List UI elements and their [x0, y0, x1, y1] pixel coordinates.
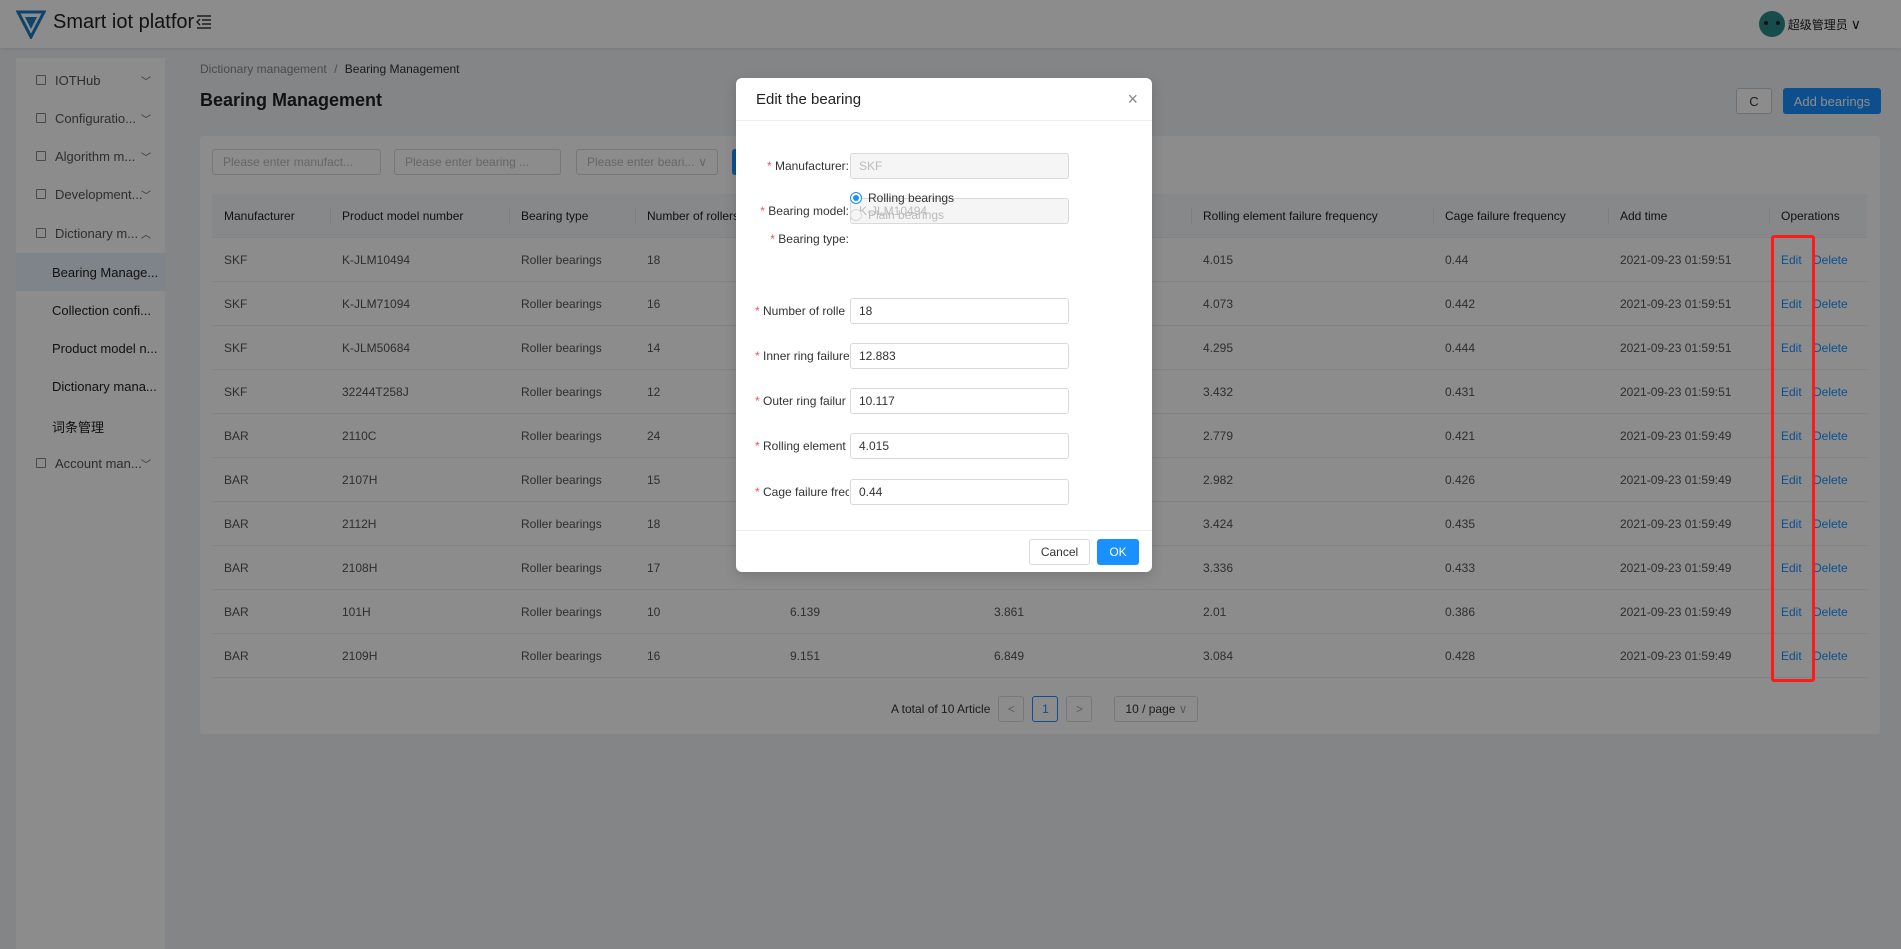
form-label: * Rolling element — [755, 439, 849, 453]
form-input[interactable]: 18 — [850, 298, 1069, 324]
cancel-button[interactable]: Cancel — [1029, 539, 1090, 565]
edit-bearing-modal: Edit the bearing × * Bearing type: Cance… — [736, 78, 1152, 572]
radio-icon — [850, 192, 862, 204]
radio-rolling-bearings[interactable]: Rolling bearings — [850, 191, 954, 205]
form-input[interactable]: 4.015 — [850, 433, 1069, 459]
bearing-type-label: * Bearing type: — [736, 232, 849, 246]
form-input-value: 12.883 — [859, 349, 896, 363]
form-label-text: Manufacturer: — [774, 159, 849, 173]
required-star: * — [755, 304, 764, 318]
form-input-value: 10.117 — [859, 394, 895, 408]
form-label: * Bearing model: — [755, 204, 849, 218]
required-star: * — [755, 394, 764, 408]
form-label: * Cage failure frec — [755, 485, 849, 499]
form-input-value: 18 — [859, 304, 873, 318]
form-label-text: Inner ring failure — [763, 349, 849, 363]
form-label-text: Outer ring failur — [763, 394, 846, 408]
radio-plain-bearings: Plain bearings — [850, 208, 944, 222]
ok-button[interactable]: OK — [1097, 539, 1139, 565]
form-label: * Manufacturer: — [755, 159, 849, 173]
radio-label: Rolling bearings — [868, 191, 955, 205]
highlight-box — [1771, 235, 1815, 682]
form-label: * Outer ring failur — [755, 394, 849, 408]
form-label-text: Bearing type: — [778, 232, 849, 246]
form-label-text: Cage failure frec — [763, 485, 849, 499]
divider — [736, 530, 1152, 531]
form-label: * Inner ring failure — [755, 349, 849, 363]
form-input-value: 4.015 — [859, 439, 890, 453]
modal-title: Edit the bearing — [756, 91, 862, 108]
close-icon[interactable]: × — [1127, 89, 1138, 110]
form-input: SKF — [850, 153, 1069, 179]
required-star: * — [755, 485, 764, 499]
form-input[interactable]: 0.44 — [850, 479, 1069, 505]
required-star: * — [766, 159, 775, 173]
form-label-text: Bearing model: — [768, 204, 849, 218]
form-input-value: 0.44 — [859, 485, 883, 499]
divider — [736, 120, 1152, 121]
form-input[interactable]: 10.117 — [850, 388, 1069, 414]
radio-label: Plain bearings — [868, 208, 945, 222]
form-label-text: Rolling element — [763, 439, 846, 453]
radio-icon — [850, 209, 862, 221]
form-input-value: SKF — [859, 159, 883, 173]
form-label: * Number of rolle — [755, 304, 849, 318]
required-star: * — [755, 349, 764, 363]
required-star: * — [755, 439, 764, 453]
form-input[interactable]: 12.883 — [850, 343, 1069, 369]
form-label-text: Number of rolle — [763, 304, 846, 318]
